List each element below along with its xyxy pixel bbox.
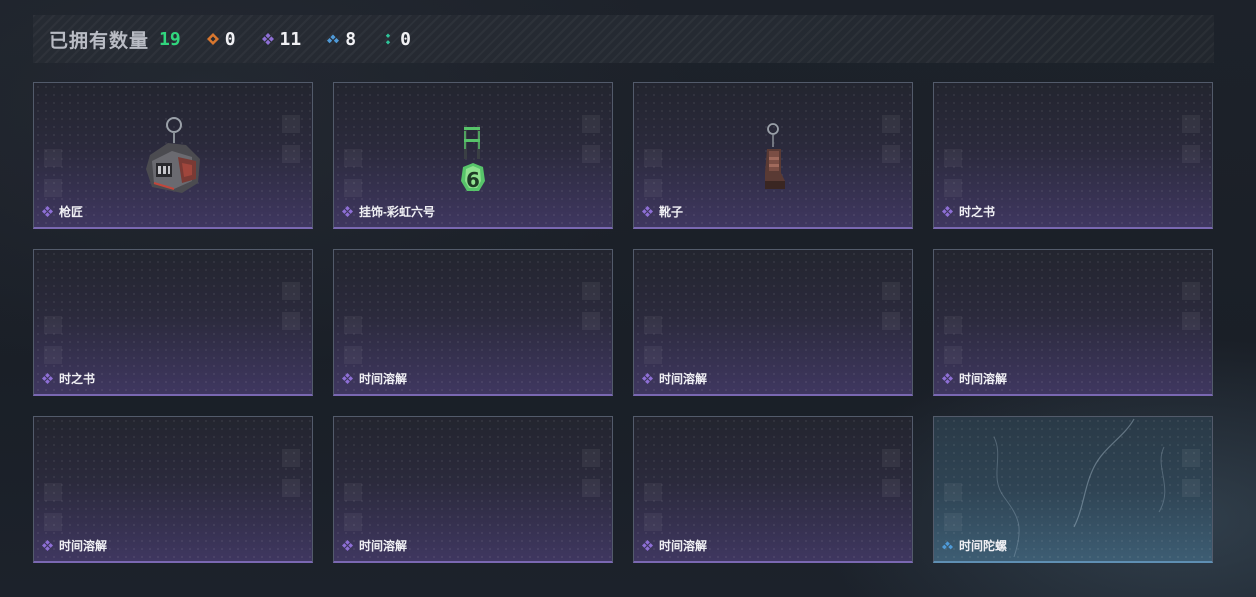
card-decoration — [644, 149, 664, 197]
item-card[interactable]: 时间溶解 — [933, 249, 1213, 396]
rarity-count-value: 11 — [279, 28, 302, 50]
green-diamond-icon — [385, 33, 391, 45]
card-decoration — [582, 115, 602, 167]
card-decoration — [882, 449, 902, 501]
rainbow-six-charm-icon: 6 — [461, 125, 485, 192]
item-label: 时间溶解 — [642, 537, 707, 554]
keychain-charm-icon — [146, 117, 200, 193]
blue-diamond-icon — [327, 34, 340, 44]
purple-diamond-icon — [642, 540, 653, 551]
card-decoration — [882, 282, 902, 334]
card-decoration — [344, 149, 364, 197]
purple-diamond-icon — [642, 206, 653, 217]
owned-count-header: 已拥有数量 19 0 11 8 0 — [33, 15, 1214, 63]
item-label: 时间溶解 — [942, 370, 1007, 387]
rarity-count-orange: 0 — [206, 28, 236, 50]
card-decoration — [582, 282, 602, 334]
item-label: 时间溶解 — [642, 370, 707, 387]
orange-diamond-icon — [206, 33, 219, 45]
item-name: 时之书 — [959, 205, 996, 219]
card-decoration — [1182, 115, 1202, 167]
rarity-count-green: 0 — [382, 29, 411, 50]
purple-diamond-icon — [342, 540, 353, 551]
svg-text:6: 6 — [466, 168, 480, 192]
purple-diamond-icon — [942, 373, 953, 384]
rarity-count-blue: 8 — [327, 29, 356, 50]
card-decoration — [1182, 282, 1202, 334]
item-card[interactable]: 时间溶解 — [633, 249, 913, 396]
card-decoration — [644, 483, 664, 531]
rarity-count-purple: 11 — [261, 28, 302, 50]
item-card[interactable]: 时间溶解 — [33, 416, 313, 563]
blue-diamond-icon — [942, 541, 953, 550]
card-decoration — [582, 449, 602, 501]
item-card[interactable]: 枪匠 — [33, 82, 313, 229]
purple-diamond-icon — [42, 206, 53, 217]
item-name: 时间溶解 — [959, 372, 1008, 386]
owned-count-title: 已拥有数量 — [49, 30, 150, 52]
purple-diamond-icon — [342, 206, 353, 217]
purple-diamond-icon — [642, 373, 653, 384]
card-decoration — [344, 316, 364, 364]
item-name: 时间陀螺 — [959, 539, 1008, 553]
rarity-count-value: 0 — [400, 28, 411, 50]
item-label: 时之书 — [942, 203, 995, 220]
card-decoration — [344, 483, 364, 531]
card-decoration — [644, 316, 664, 364]
item-label: 时间溶解 — [342, 370, 407, 387]
card-decoration — [44, 149, 64, 197]
item-name: 靴子 — [659, 205, 684, 219]
item-card[interactable]: 6 挂饰-彩虹六号 — [333, 82, 613, 229]
card-decoration — [944, 149, 964, 197]
rarity-count-value: 0 — [224, 28, 236, 50]
item-label: 靴子 — [642, 203, 683, 220]
card-decoration — [44, 316, 64, 364]
item-card[interactable]: 时之书 — [33, 249, 313, 396]
item-name: 时之书 — [59, 372, 96, 386]
rarity-count-value: 8 — [345, 28, 357, 50]
boot-charm-icon — [765, 123, 785, 189]
item-card[interactable]: 时间溶解 — [333, 249, 613, 396]
purple-diamond-icon — [42, 540, 53, 551]
item-label: 挂饰-彩虹六号 — [342, 203, 435, 220]
item-name: 时间溶解 — [59, 539, 108, 553]
card-decoration — [882, 115, 902, 167]
card-decoration — [282, 449, 302, 501]
item-name: 时间溶解 — [359, 372, 408, 386]
item-label: 枪匠 — [42, 203, 83, 220]
owned-count-total: 19 — [159, 28, 181, 50]
purple-diamond-icon — [261, 33, 274, 45]
item-card[interactable]: 时间溶解 — [333, 416, 613, 563]
card-decoration — [944, 316, 964, 364]
item-label: 时间陀螺 — [942, 537, 1007, 554]
item-name: 挂饰-彩虹六号 — [359, 205, 435, 219]
item-label: 时之书 — [42, 370, 95, 387]
item-card[interactable]: 时间溶解 — [633, 416, 913, 563]
item-card[interactable]: 靴子 — [633, 82, 913, 229]
item-card[interactable]: 时间陀螺 — [933, 416, 1213, 563]
purple-diamond-icon — [42, 373, 53, 384]
purple-diamond-icon — [942, 206, 953, 217]
item-name: 时间溶解 — [359, 539, 408, 553]
card-decoration — [282, 282, 302, 334]
item-card[interactable]: 时之书 — [933, 82, 1213, 229]
item-grid: 枪匠 6 挂饰-彩虹六号 靴子 时之书 时之书 时间溶解 时间溶解 时间溶解 时… — [33, 82, 1214, 563]
item-name: 枪匠 — [59, 205, 84, 219]
purple-diamond-icon — [342, 373, 353, 384]
item-label: 时间溶解 — [342, 537, 407, 554]
card-decoration — [282, 115, 302, 167]
item-name: 时间溶解 — [659, 539, 708, 553]
item-label: 时间溶解 — [42, 537, 107, 554]
card-decoration — [44, 483, 64, 531]
item-name: 时间溶解 — [659, 372, 708, 386]
